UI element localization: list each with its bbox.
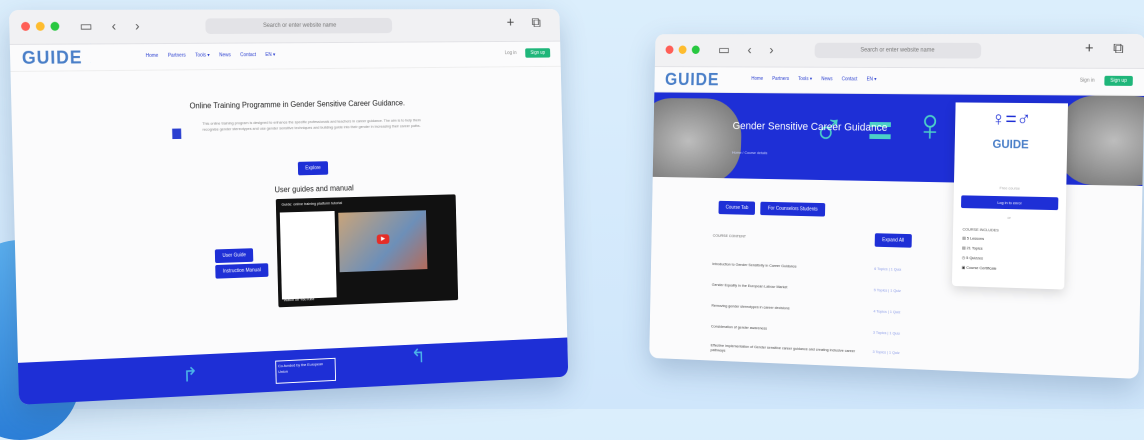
curved-arrow-icon: ↱ [181,364,199,387]
hero-title: Gender Sensitive Career Guidance [732,120,888,134]
minimize-window-button[interactable] [678,45,687,54]
menu-item-partners[interactable]: Partners [772,76,789,82]
window-controls [665,45,700,55]
signup-button[interactable]: Sign up [525,48,551,58]
browser-nav-icons[interactable]: ▭ ‹ › [718,42,781,58]
page-heading: Online Training Programme in Gender Sens… [189,98,406,111]
video-player[interactable]: Guide: online training platform tutorial… [275,194,459,308]
close-window-button[interactable] [21,21,31,31]
eu-cofunded-badge: Co-funded by the European Union [275,357,337,384]
minimize-window-button[interactable] [35,21,45,31]
user-guide-button[interactable]: User Guide [214,248,254,264]
main-menu: Home Partners Tools ▾ News Contact EN ▾ [146,52,276,59]
lesson-meta: 6 Topics | 1 Quiz [874,266,902,272]
lesson-item[interactable]: Effective implementation of Gender sensi… [711,343,864,359]
menu-item-contact[interactable]: Contact [240,52,256,58]
section-title: User guides and manual [274,183,354,195]
video-screen-panel [279,210,337,300]
menu-item-contact[interactable]: Contact [842,76,858,82]
intro-text: This online training program is designed… [202,117,421,132]
browser-window-guide-course: ▭ ‹ › Search or enter website name + ⧉ G… [649,33,1144,379]
watch-on-youtube[interactable]: Watch on YouTube [284,296,315,302]
includes-certificate: ▣ Course Certificate [961,264,997,271]
explore-button[interactable]: Explore [297,161,329,176]
menu-item-home[interactable]: Home [751,76,763,82]
video-title: Guide: online training platform tutorial [281,200,343,207]
menu-item-news[interactable]: News [219,52,231,58]
course-price: Free course [999,185,1020,191]
guide-logo[interactable]: GUIDE [22,48,83,69]
browser-chrome: ▭ ‹ › Search or enter website name + ⧉ [654,33,1144,69]
course-content-heading: COURSE CONTENT [712,232,747,239]
browser-chrome: ▭ ‹ › Search or enter website name + ⧉ [8,9,561,45]
auth-links: Log in Sign up [501,48,551,58]
gender-equality-icon: ♀=♂ [991,108,1032,131]
book-icon: ▆ [172,125,182,140]
login-link[interactable]: Sign in [1076,76,1099,86]
female-symbol-icon: ♀ [913,99,947,151]
play-icon[interactable]: ▶ [376,234,390,245]
lesson-meta: 4 Topics | 1 Quiz [873,308,901,315]
maximize-window-button[interactable] [691,45,700,55]
expand-all-button[interactable]: Expand All [874,233,912,248]
auth-links: Sign in Sign up [1076,75,1133,86]
includes-lessons: ▤ 5 Lessons [962,235,985,241]
browser-actions[interactable]: + ⧉ [506,15,547,31]
menu-item-news[interactable]: News [821,76,832,82]
site-header: GUIDE Home Partners Tools ▾ News Contact… [654,67,1144,96]
course-hero: ♂ = ♀ Gender Sensitive Career Guidance H… [652,92,1144,187]
menu-item-home[interactable]: Home [146,53,159,59]
site-header: GUIDE Home Partners Tools ▾ News Contact… [9,41,561,72]
window-controls [21,21,60,31]
language-selector[interactable]: EN ▾ [867,77,877,83]
menu-item-tools[interactable]: Tools ▾ [798,76,812,82]
course-tabs: Course Tab For Counselors Students [718,200,826,217]
browser-nav-icons[interactable]: ▭ ‹ › [79,18,147,35]
or-divider: or [1007,214,1011,220]
tab-course[interactable]: Course Tab [718,200,756,215]
tab-counselors[interactable]: For Counselors Students [760,201,826,217]
browser-window-guide-home: ▭ ‹ › Search or enter website name + ⧉ G… [8,9,569,405]
browser-actions[interactable]: + ⧉ [1085,40,1132,57]
includes-topics: ▤ 21 Topics [962,245,983,251]
signup-button[interactable]: Sign up [1104,75,1133,86]
lesson-meta: 3 Topics | 1 Quiz [872,349,900,356]
curved-arrow-icon: ↰ [410,345,427,368]
address-bar[interactable]: Search or enter website name [814,42,982,59]
menu-item-partners[interactable]: Partners [168,53,186,59]
close-window-button[interactable] [665,45,674,54]
maximize-window-button[interactable] [50,21,60,31]
address-bar[interactable]: Search or enter website name [205,17,393,35]
fist-image-right [1054,95,1144,187]
course-includes-heading: COURSE INCLUDES [962,226,999,233]
main-menu: Home Partners Tools ▾ News Contact EN ▾ [751,76,876,82]
login-link[interactable]: Log in [501,48,520,58]
card-logo: GUIDE [992,137,1029,152]
lesson-meta: 5 Topics | 1 Quiz [873,287,901,294]
site-footer: ↱ Co-funded by the European Union ↰ [18,337,569,405]
instruction-manual-button[interactable]: Instruction Manual [215,263,269,279]
enroll-button[interactable]: Log in to enrol [961,195,1059,211]
includes-quizzes: ◷ 5 Quizzes [961,254,984,261]
course-enroll-card: ♀=♂ GUIDE Free course Log in to enrol or… [951,102,1069,290]
guide-logo[interactable]: GUIDE [665,70,720,90]
breadcrumb[interactable]: Home / Course details [732,150,767,155]
fist-image-left [652,97,743,185]
card-illustration: ♀=♂ GUIDE [954,102,1069,183]
language-selector[interactable]: EN ▾ [265,52,275,58]
lesson-meta: 3 Topics | 1 Quiz [872,329,901,336]
menu-item-tools[interactable]: Tools ▾ [195,53,210,59]
